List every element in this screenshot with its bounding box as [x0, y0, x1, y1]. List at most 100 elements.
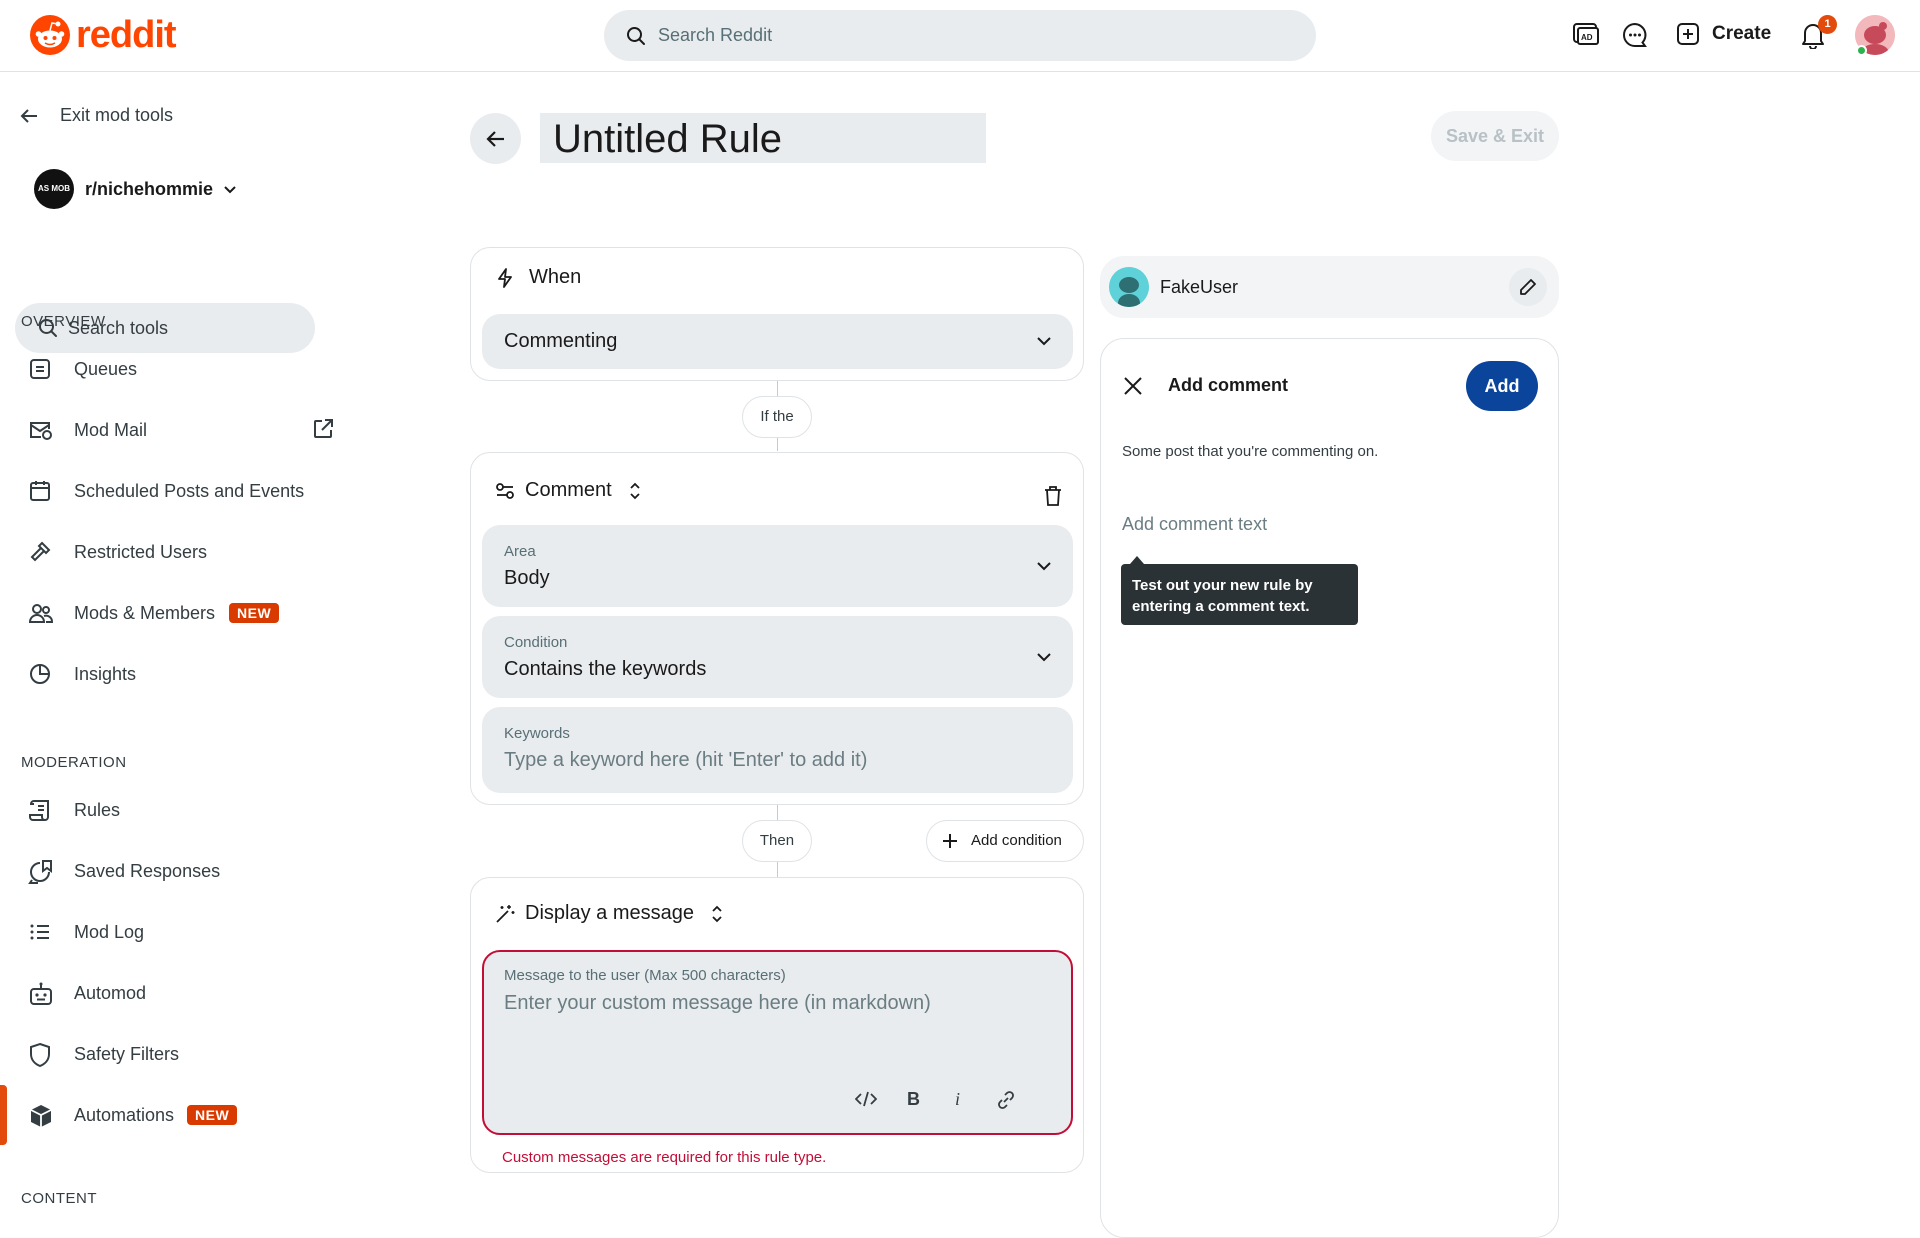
svg-text:AD: AD [1581, 33, 1593, 42]
area-select[interactable]: Area Body [482, 525, 1073, 607]
community-switcher[interactable]: AS MOB r/nichehommie [34, 169, 238, 209]
preview-user-bar: FakeUser [1100, 256, 1559, 318]
search-input[interactable]: Search Reddit [604, 10, 1316, 61]
sort-chevrons-icon [630, 482, 640, 499]
back-button[interactable] [470, 113, 521, 164]
sidebar-item-mod-log[interactable]: Mod Log [0, 907, 340, 957]
create-button[interactable]: Create [1676, 22, 1771, 46]
add-comment-button[interactable]: Add [1466, 361, 1538, 411]
community-name: r/nichehommie [85, 178, 214, 199]
sidebar-item-label: Automod [74, 983, 147, 1003]
sidebar-item-automod[interactable]: Automod [0, 968, 340, 1018]
notification-count-badge: 1 [1818, 15, 1837, 34]
chat-icon [1623, 22, 1647, 47]
sidebar-item-label: Scheduled Posts and Events [74, 481, 305, 501]
moderation-section-title: MODERATION [21, 754, 127, 771]
sidebar-item-label: Safety Filters [74, 1044, 180, 1064]
tooltip-line: Test out your new rule by [1132, 577, 1313, 594]
when-card: When Commenting [470, 247, 1084, 381]
members-icon [28, 604, 53, 623]
sidebar-item-label: Mod Log [74, 922, 145, 942]
sidebar-item-automations[interactable]: Automations NEW [0, 1090, 340, 1140]
custom-message-textarea[interactable]: Message to the user (Max 500 characters)… [482, 950, 1073, 1135]
snoo-avatar-icon [1109, 267, 1149, 307]
comment-heading[interactable]: Comment [495, 479, 641, 502]
save-exit-button[interactable]: Save & Exit [1431, 111, 1559, 161]
sidebar-item-queues[interactable]: Queues [0, 344, 340, 394]
comment-heading-label: Comment [525, 479, 612, 501]
create-label: Create [1712, 23, 1772, 44]
lightning-icon [498, 267, 512, 288]
chevron-down-icon [1037, 562, 1051, 571]
chevron-down-icon [224, 186, 236, 194]
chevron-down-icon [1037, 337, 1051, 346]
keywords-label: Keywords [504, 725, 570, 742]
advertise-button[interactable]: AD [1572, 22, 1600, 48]
sidebar-item-insights[interactable]: Insights [0, 649, 340, 699]
code-icon[interactable] [855, 1090, 877, 1108]
action-card: Display a message Message to the user (M… [470, 877, 1084, 1173]
create-plus-icon [1677, 23, 1699, 45]
when-heading: When [495, 266, 581, 289]
arrow-left-icon [485, 130, 504, 147]
when-heading-label: When [529, 266, 582, 288]
keywords-placeholder: Type a keyword here (hit 'Enter' to add … [504, 749, 868, 771]
trash-icon[interactable] [1043, 485, 1063, 507]
sidebar-item-safety-filters[interactable]: Safety Filters [0, 1029, 340, 1079]
exit-mod-tools-link[interactable]: Exit mod tools [19, 105, 173, 126]
rules-icon [29, 800, 49, 821]
sidebar-item-mod-mail[interactable]: Mod Mail [0, 405, 340, 455]
new-badge: NEW [229, 603, 280, 623]
add-condition-button[interactable]: Add condition [926, 820, 1084, 862]
sidebar-item-scheduled-posts[interactable]: Scheduled Posts and Events [0, 466, 340, 516]
shield-icon [30, 1042, 50, 1068]
close-icon[interactable] [1122, 375, 1144, 397]
preview-post-text: Some post that you're commenting on. [1122, 443, 1379, 460]
overview-section-title: OVERVIEW [21, 313, 106, 330]
sidebar-item-mods-members[interactable]: Mods & Members NEW [0, 588, 340, 638]
display-message-heading[interactable]: Display a message [495, 902, 723, 925]
advertise-icon: AD [1573, 23, 1599, 45]
trigger-select[interactable]: Commenting [482, 314, 1073, 369]
message-label: Message to the user (Max 500 characters) [504, 967, 786, 984]
sidebar-item-saved-responses[interactable]: Saved Responses [0, 846, 340, 896]
sidebar-item-label: Saved Responses [74, 861, 221, 881]
add-condition-label: Add condition [971, 832, 1062, 849]
reddit-wordmark: reddit [76, 14, 177, 56]
sidebar-item-label: Queues [74, 359, 138, 379]
chat-button[interactable] [1622, 22, 1648, 48]
rule-title-input[interactable]: Untitled Rule [540, 113, 986, 163]
hint-tooltip: Test out your new rule by entering a com… [1121, 556, 1358, 625]
arrow-left-icon [20, 108, 37, 123]
online-status-dot [1856, 45, 1867, 56]
italic-icon[interactable]: i [952, 1090, 964, 1108]
chevron-down-icon [1037, 653, 1051, 662]
bold-icon[interactable]: B [905, 1090, 921, 1108]
reddit-logo[interactable]: reddit [29, 14, 177, 56]
edit-user-button[interactable] [1509, 268, 1547, 306]
display-message-label: Display a message [525, 902, 694, 924]
comment-text-input[interactable]: Add comment text [1122, 514, 1267, 535]
link-icon[interactable] [996, 1090, 1016, 1110]
tooltip-line: entering a comment text. [1132, 598, 1310, 615]
condition-card: Comment Area Body Condition Contains the… [470, 452, 1084, 805]
top-header: reddit Search Reddit AD Create 1 [0, 0, 1920, 72]
sort-chevrons-icon [712, 905, 722, 922]
sidebar-item-restricted-users[interactable]: Restricted Users [0, 527, 340, 577]
sidebar-item-rules[interactable]: Rules [0, 785, 340, 835]
message-placeholder: Enter your custom message here (in markd… [504, 992, 931, 1014]
calendar-icon [30, 481, 50, 501]
list-icon [30, 924, 49, 940]
condition-select[interactable]: Condition Contains the keywords [482, 616, 1073, 698]
queue-icon [30, 359, 50, 379]
pencil-icon [1520, 279, 1536, 295]
comment-preview-panel: Add comment Add Some post that you're co… [1100, 338, 1559, 1238]
sidebar-item-label: Insights [74, 664, 137, 684]
external-link-icon[interactable] [311, 417, 335, 441]
then-label: Then [742, 820, 812, 862]
area-label: Area [504, 543, 536, 560]
keywords-input[interactable]: Keywords Type a keyword here (hit 'Enter… [482, 707, 1073, 793]
sidebar-item-label: Mods & Members [74, 603, 216, 623]
fake-user-name: FakeUser [1160, 277, 1239, 297]
content-section-title: CONTENT [21, 1190, 97, 1207]
